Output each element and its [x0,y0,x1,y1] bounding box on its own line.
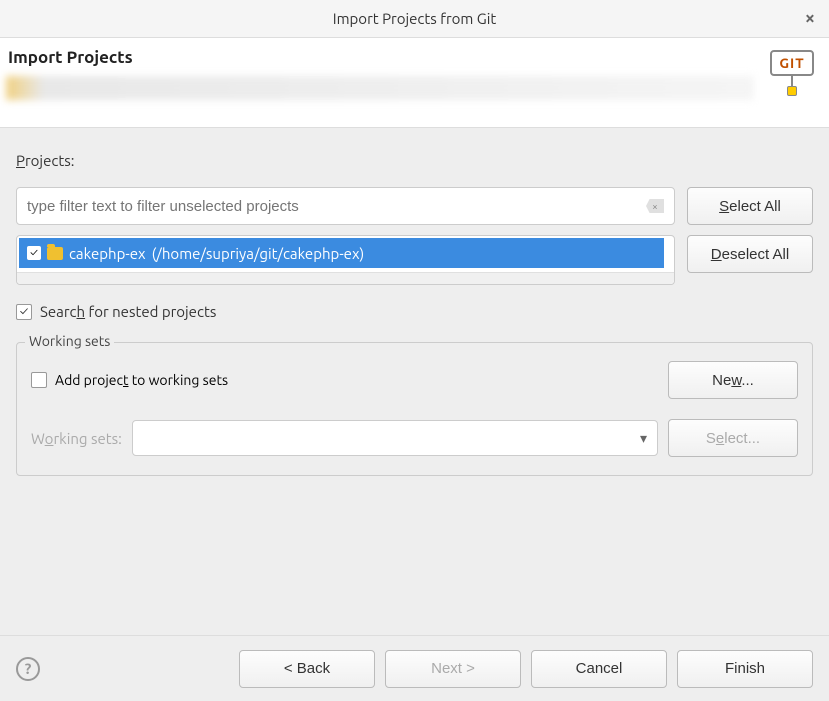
main-content: Projects: × ✓ cakephp-ex (/home/supriya/… [0,128,829,486]
working-sets-group: Working sets Add project to working sets… [16,342,813,476]
ws-add-row: Add project to working sets New... [31,361,798,399]
filter-input[interactable] [27,198,664,215]
project-checkbox[interactable]: ✓ [27,246,41,260]
working-sets-combo[interactable]: ▾ [132,420,658,456]
finish-button[interactable]: Finish [677,650,813,688]
back-button[interactable]: < Back [239,650,375,688]
titlebar: Import Projects from Git × [0,0,829,38]
window-title: Import Projects from Git [333,10,497,27]
project-name: cakephp-ex [69,245,146,262]
help-icon[interactable]: ? [16,657,40,681]
next-button: Next > [385,650,521,688]
ws-combo-row: Working sets: ▾ Select... [31,419,798,457]
projects-buttons: Select All Deselect All [687,187,813,273]
horizontal-scrollbar[interactable] [17,272,674,284]
new-working-set-button[interactable]: New... [668,361,798,399]
working-sets-combo-label: Working sets: [31,430,122,447]
search-nested-checkbox[interactable] [16,304,32,320]
chevron-down-icon: ▾ [640,430,647,447]
page-title: Import Projects [8,48,133,67]
projects-list[interactable]: ✓ cakephp-ex (/home/supriya/git/cakephp-… [16,235,675,285]
deselect-all-button[interactable]: Deselect All [687,235,813,273]
search-nested-row: Search for nested projects [16,303,813,320]
project-path: (/home/supriya/git/cakephp-ex) [152,245,365,262]
add-to-working-sets-checkbox[interactable] [31,372,47,388]
projects-row: × ✓ cakephp-ex (/home/supriya/git/cakeph… [16,187,813,285]
projects-left: × ✓ cakephp-ex (/home/supriya/git/cakeph… [16,187,675,285]
select-working-set-button: Select... [668,419,798,457]
close-icon[interactable]: × [805,9,815,27]
working-sets-legend: Working sets [25,333,114,349]
select-all-button[interactable]: Select All [687,187,813,225]
folder-icon [47,247,63,260]
git-icon: GIT [761,40,823,125]
clear-filter-icon[interactable]: × [646,199,664,213]
git-icon-label: GIT [770,50,813,76]
search-nested-label: Search for nested projects [40,303,216,320]
add-to-working-sets-label: Add project to working sets [55,372,228,388]
project-item[interactable]: ✓ cakephp-ex (/home/supriya/git/cakephp-… [19,238,664,268]
cancel-button[interactable]: Cancel [531,650,667,688]
wizard-header: Import Projects GIT [0,38,829,128]
filter-box: × [16,187,675,225]
projects-label: Projects: [16,152,813,169]
header-description-blur [6,76,754,100]
wizard-footer: ? < Back Next > Cancel Finish [0,635,829,701]
